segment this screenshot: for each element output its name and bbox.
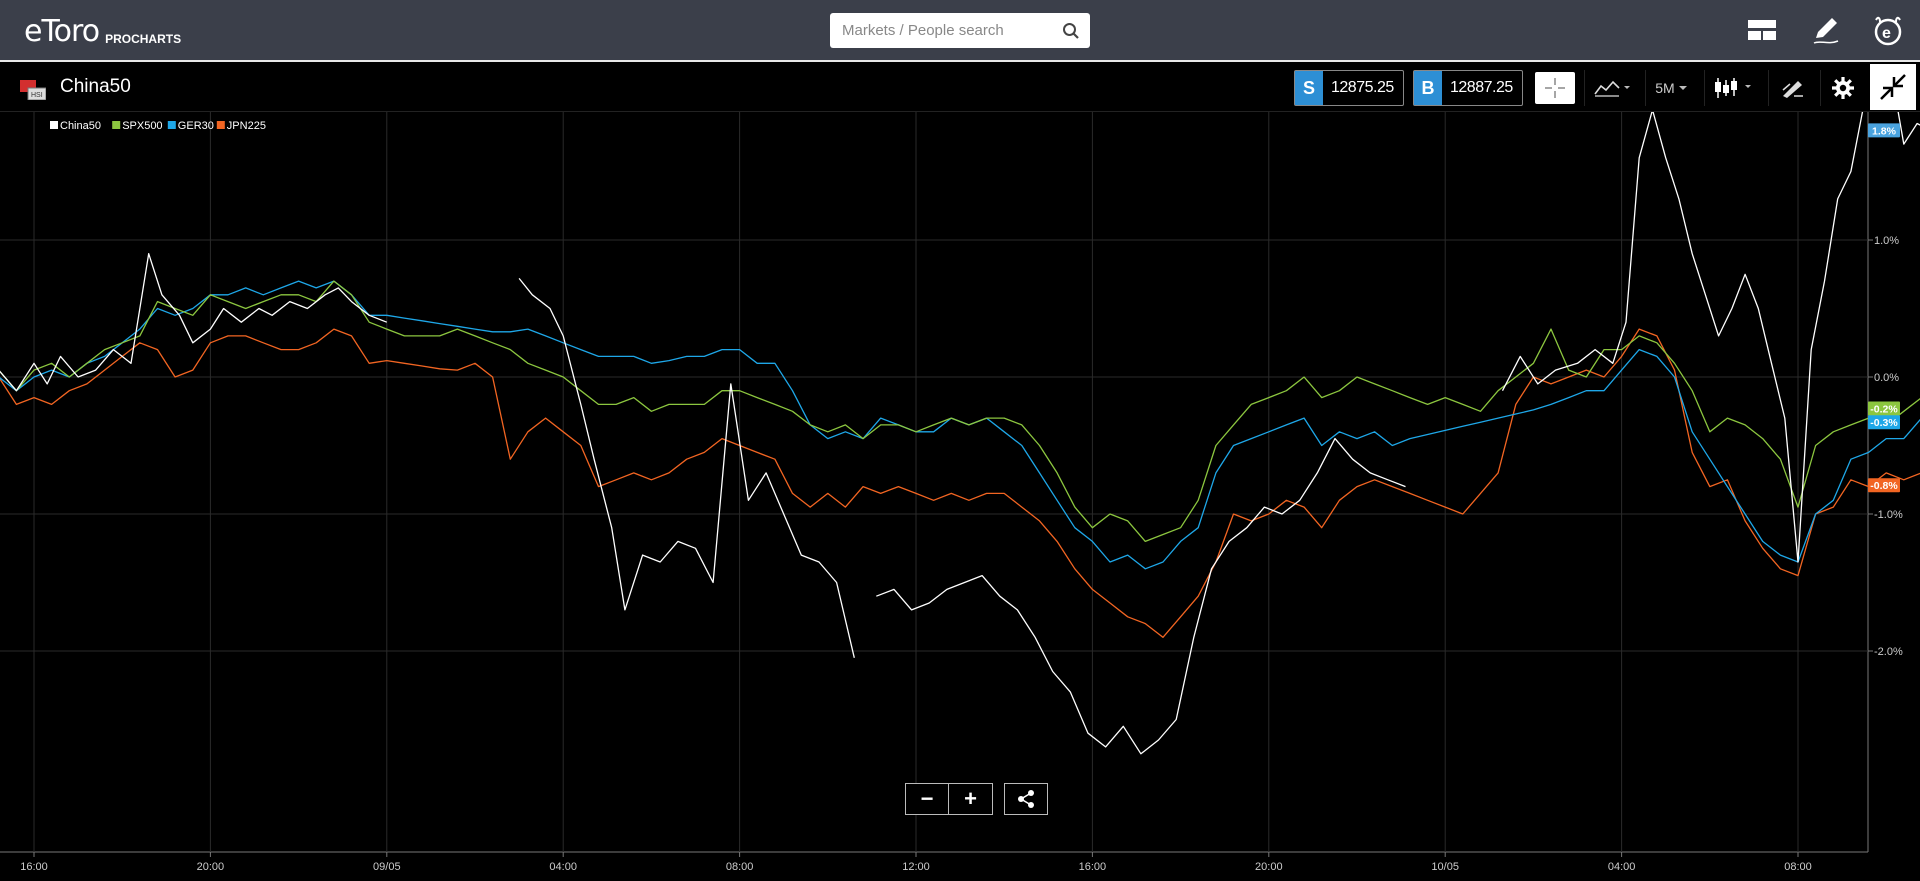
svg-text:HSI: HSI (31, 92, 43, 99)
chart-grid (0, 112, 1873, 857)
zoom-out-button[interactable]: − (905, 783, 949, 815)
x-tick-label: 20:00 (1255, 861, 1283, 873)
zoom-controls: − + (905, 783, 993, 815)
series-line-china50 (1503, 112, 1920, 562)
legend: China50 SPX500 GER30 JPN225 (50, 120, 266, 132)
settings-button[interactable] (1820, 70, 1864, 106)
last-value-text: -0.2% (1870, 404, 1898, 416)
x-axis: 16:00 20:00 09/05 04:00 08:00 12:00 16:00 20:00… (20, 861, 1812, 873)
chart-type-dropdown[interactable] (1704, 70, 1762, 106)
layout-icon[interactable] (1744, 12, 1780, 48)
legend-label: GER30 (178, 120, 214, 132)
last-value-labels: 1.8% -0.2%-0.3% -0.8% (1868, 123, 1900, 492)
x-tick-label: 20:00 (197, 861, 225, 873)
chart-area[interactable]: 2.0%1.0%0.0%-1.0%-2.0% 16:0020:0009/0504… (0, 112, 1920, 876)
zoom-in-button[interactable]: + (949, 783, 993, 815)
sell-button[interactable]: S 12875.25 (1294, 70, 1404, 106)
buy-label: B (1414, 71, 1442, 105)
share-icon (1016, 789, 1036, 809)
series-line-jpn225 (0, 329, 1920, 637)
drawing-icon (1780, 76, 1806, 100)
timeframe-dropdown[interactable]: 5M (1645, 70, 1697, 106)
y-tick-label: -1.0% (1874, 509, 1903, 521)
x-tick-label: 08:00 (1784, 861, 1812, 873)
crosshair-icon (1543, 76, 1567, 100)
drawing-tools-button[interactable] (1768, 70, 1816, 106)
x-tick-label: 09/05 (373, 861, 401, 873)
x-tick-label: 16:00 (20, 861, 48, 873)
series-line-china50 (519, 278, 854, 657)
gear-icon (1831, 76, 1855, 100)
search-box[interactable] (830, 13, 1090, 48)
buy-price: 12887.25 (1442, 79, 1519, 97)
indicators-icon (1593, 78, 1633, 98)
series-line-china50 (876, 439, 1405, 754)
etoro-icon[interactable]: e (1870, 12, 1906, 48)
legend-label: SPX500 (122, 120, 162, 132)
indicators-dropdown[interactable] (1584, 70, 1640, 106)
sell-price: 12875.25 (1323, 79, 1400, 97)
etoro-logo[interactable]: eToro PROCHARTS (24, 10, 181, 50)
search-input[interactable] (842, 13, 1052, 48)
series-line-spx500 (0, 281, 1920, 541)
sell-label: S (1295, 71, 1323, 105)
series-line-ger30 (0, 281, 1920, 569)
y-tick-label: 1.0% (1874, 235, 1899, 247)
x-tick-label: 04:00 (549, 861, 577, 873)
top-bar: eToro PROCHARTS e (0, 0, 1920, 60)
chevron-down-icon (1678, 84, 1688, 92)
y-axis: 2.0%1.0%0.0%-1.0%-2.0% (1874, 112, 1903, 658)
x-tick-label: 10/05 (1431, 861, 1459, 873)
buy-button[interactable]: B 12887.25 (1413, 70, 1523, 106)
legend-swatch (217, 121, 225, 129)
logo-text: eToro (24, 14, 99, 50)
collapse-button[interactable] (1870, 64, 1916, 110)
timeframe-label: 5M (1655, 80, 1674, 96)
x-tick-label: 04:00 (1608, 861, 1636, 873)
candlestick-icon (1712, 76, 1756, 100)
last-value-text: -0.8% (1870, 480, 1898, 492)
last-value-text: 1.8% (1872, 125, 1897, 137)
collapse-icon (1879, 73, 1907, 101)
x-tick-label: 16:00 (1079, 861, 1107, 873)
x-tick-label: 08:00 (726, 861, 754, 873)
legend-swatch (112, 121, 120, 129)
share-button[interactable] (1004, 783, 1048, 815)
instrument-toolbar: HSI China50 S 12875.25 B 12887.25 5M (0, 60, 1920, 112)
y-tick-label: -2.0% (1874, 646, 1903, 658)
edit-icon[interactable] (1808, 12, 1844, 48)
legend-swatch (168, 121, 176, 129)
logo-subtitle: PROCHARTS (105, 32, 181, 46)
last-value-text: -0.3% (1870, 417, 1898, 429)
search-icon[interactable] (1062, 22, 1080, 40)
legend-label: China50 (60, 120, 101, 132)
x-tick-label: 12:00 (902, 861, 930, 873)
svg-text:e: e (1882, 25, 1891, 42)
crosshair-button[interactable] (1535, 72, 1575, 104)
instrument-title: China50 (60, 76, 131, 98)
flag-icon: HSI (20, 80, 46, 100)
legend-swatch (50, 121, 58, 129)
y-tick-label: 0.0% (1874, 372, 1899, 384)
legend-label: JPN225 (227, 120, 266, 132)
comparison-chart[interactable]: 2.0%1.0%0.0%-1.0%-2.0% 16:0020:0009/0504… (0, 112, 1920, 876)
chart-series (0, 112, 1920, 754)
